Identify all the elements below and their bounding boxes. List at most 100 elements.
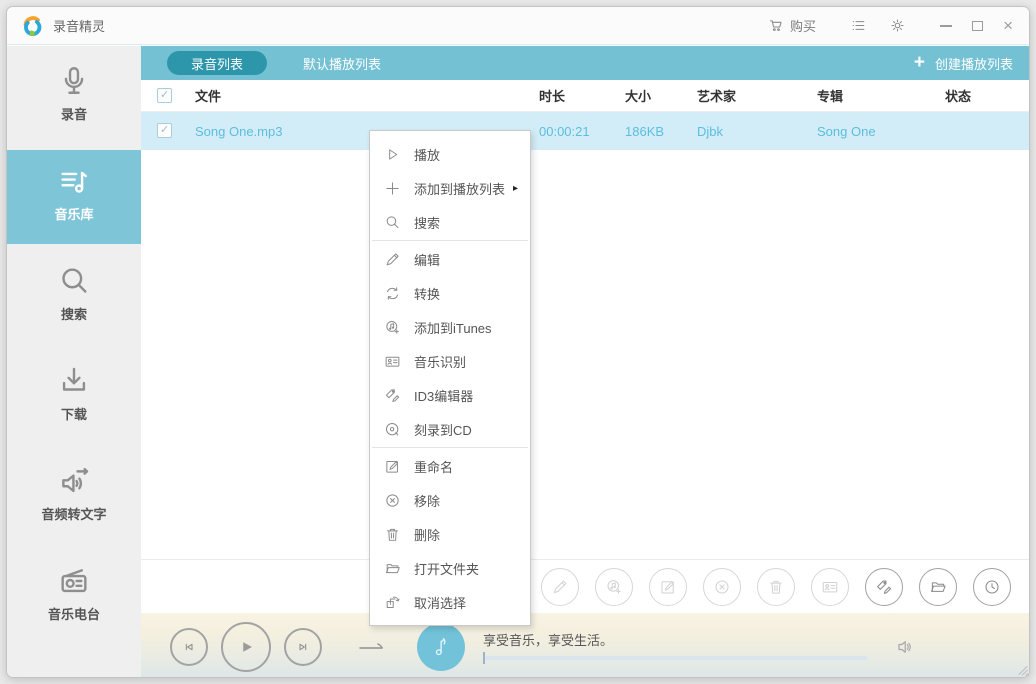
sidebar-item-music-library[interactable]: 音乐库 bbox=[7, 150, 141, 244]
playlist-tab-bar: 录音列表 默认播放列表 + 创建播放列表 bbox=[141, 46, 1030, 80]
play-button[interactable] bbox=[221, 622, 271, 672]
plus-icon: + bbox=[914, 52, 925, 74]
open-folder-icon bbox=[929, 578, 947, 596]
audio-to-text-icon bbox=[57, 464, 91, 498]
settings-gear-icon[interactable] bbox=[889, 17, 906, 34]
column-size[interactable]: 大小 bbox=[625, 80, 651, 111]
edit-button[interactable] bbox=[541, 568, 579, 606]
context-menu: 播放 添加到播放列表 ▸ 搜索 编辑 转换 添加到iTunes 音乐识别 bbox=[369, 130, 531, 626]
download-icon bbox=[57, 364, 91, 398]
tab-recording-list[interactable]: 录音列表 bbox=[167, 51, 267, 75]
music-recognition-button[interactable] bbox=[811, 568, 849, 606]
player-slogan: 享受音乐，享受生活。 bbox=[483, 630, 613, 649]
sidebar-item-label: 下载 bbox=[7, 404, 141, 423]
menu-divider bbox=[372, 240, 528, 241]
column-file[interactable]: 文件 bbox=[195, 80, 221, 111]
app-logo-icon bbox=[19, 13, 45, 39]
menu-item-deselect[interactable]: 取消选择 bbox=[370, 585, 530, 619]
sidebar-item-music-radio[interactable]: 音乐电台 bbox=[7, 550, 141, 646]
create-playlist-button[interactable]: + 创建播放列表 bbox=[914, 52, 1013, 74]
sidebar-item-audio-to-text[interactable]: 音频转文字 bbox=[7, 450, 141, 546]
open-folder-button[interactable] bbox=[919, 568, 957, 606]
rename-icon bbox=[659, 578, 677, 596]
id3-tags-icon bbox=[384, 387, 401, 404]
add-to-itunes-button[interactable] bbox=[595, 568, 633, 606]
remove-circle-icon bbox=[713, 578, 731, 596]
sidebar-item-label: 音频转文字 bbox=[7, 504, 141, 523]
buy-label: 购买 bbox=[790, 16, 816, 35]
buy-button[interactable]: 购买 bbox=[768, 16, 816, 35]
menu-item-rename[interactable]: 重命名 bbox=[370, 449, 530, 483]
tab-default-playlist[interactable]: 默认播放列表 bbox=[303, 54, 381, 73]
menu-item-remove[interactable]: 移除 bbox=[370, 483, 530, 517]
sidebar: 录音 音乐库 搜索 下载 bbox=[7, 46, 141, 678]
sidebar-item-search[interactable]: 搜索 bbox=[7, 250, 141, 346]
open-folder-icon bbox=[384, 560, 401, 577]
next-button[interactable] bbox=[284, 628, 322, 666]
app-window: 录音精灵 购买 × bbox=[6, 6, 1030, 678]
progress-bar[interactable] bbox=[483, 656, 867, 660]
resize-grip[interactable] bbox=[1016, 664, 1028, 676]
music-id-card-icon bbox=[821, 578, 839, 596]
play-order-icon[interactable] bbox=[357, 637, 387, 657]
column-artist[interactable]: 艺术家 bbox=[697, 80, 736, 111]
menu-item-add-to-playlist[interactable]: 添加到播放列表 ▸ bbox=[370, 171, 530, 205]
menu-item-add-to-itunes[interactable]: 添加到iTunes bbox=[370, 310, 530, 344]
cell-artist: Djbk bbox=[697, 112, 723, 150]
trash-icon bbox=[767, 578, 785, 596]
sidebar-item-download[interactable]: 下载 bbox=[7, 350, 141, 446]
cell-size: 186KB bbox=[625, 112, 664, 150]
playlist-menu-icon[interactable] bbox=[850, 17, 867, 34]
convert-icon bbox=[384, 285, 401, 302]
id3-editor-button[interactable] bbox=[865, 568, 903, 606]
previous-button[interactable] bbox=[170, 628, 208, 666]
menu-item-search[interactable]: 搜索 bbox=[370, 205, 530, 239]
edit-pencil-icon bbox=[384, 251, 401, 268]
delete-button[interactable] bbox=[757, 568, 795, 606]
column-duration[interactable]: 时长 bbox=[539, 80, 565, 111]
menu-item-id3-editor[interactable]: ID3编辑器 bbox=[370, 378, 530, 412]
menu-divider bbox=[372, 447, 528, 448]
search-icon bbox=[384, 214, 401, 231]
cell-duration: 00:00:21 bbox=[539, 112, 590, 150]
edit-pencil-icon bbox=[551, 578, 569, 596]
menu-item-play[interactable]: 播放 bbox=[370, 137, 530, 171]
cell-album: Song One bbox=[817, 112, 876, 150]
sidebar-item-label: 搜索 bbox=[7, 304, 141, 323]
rename-button[interactable] bbox=[649, 568, 687, 606]
progress-playhead[interactable] bbox=[483, 652, 485, 664]
menu-item-music-recognition[interactable]: 音乐识别 bbox=[370, 344, 530, 378]
cell-file: Song One.mp3 bbox=[195, 112, 282, 150]
deselect-icon bbox=[384, 594, 401, 611]
trash-icon bbox=[384, 526, 401, 543]
action-toolbar bbox=[141, 559, 1030, 613]
menu-item-open-folder[interactable]: 打开文件夹 bbox=[370, 551, 530, 585]
menu-item-convert[interactable]: 转换 bbox=[370, 276, 530, 310]
row-checkbox[interactable] bbox=[157, 123, 172, 138]
submenu-arrow-icon: ▸ bbox=[513, 183, 518, 194]
column-status[interactable]: 状态 bbox=[945, 80, 971, 111]
sidebar-item-record[interactable]: 录音 bbox=[7, 50, 141, 146]
remove-button[interactable] bbox=[703, 568, 741, 606]
history-clock-icon bbox=[983, 578, 1001, 596]
id3-tags-icon bbox=[875, 578, 893, 596]
remove-circle-icon bbox=[384, 492, 401, 509]
menu-item-edit[interactable]: 编辑 bbox=[370, 242, 530, 276]
table-row[interactable]: Song One.mp3 00:00:21 186KB Djbk Song On… bbox=[141, 112, 1030, 150]
sidebar-item-label: 音乐库 bbox=[7, 204, 141, 223]
volume-icon[interactable] bbox=[893, 637, 915, 657]
column-album[interactable]: 专辑 bbox=[817, 80, 843, 111]
maximize-icon[interactable] bbox=[972, 21, 983, 31]
table-header: 文件 时长 大小 艺术家 专辑 状态 bbox=[141, 80, 1030, 112]
minimize-icon[interactable] bbox=[940, 25, 952, 27]
search-icon bbox=[57, 264, 91, 298]
menu-item-burn-cd[interactable]: 刻录到CD bbox=[370, 412, 530, 446]
close-icon[interactable]: × bbox=[1003, 21, 1013, 31]
main-area: 录音列表 默认播放列表 + 创建播放列表 文件 时长 大小 艺术家 专辑 状态 … bbox=[141, 46, 1030, 678]
menu-item-delete[interactable]: 删除 bbox=[370, 517, 530, 551]
title-bar: 录音精灵 购买 × bbox=[7, 7, 1029, 45]
select-all-checkbox[interactable] bbox=[157, 88, 172, 103]
history-button[interactable] bbox=[973, 568, 1011, 606]
add-icon bbox=[384, 180, 401, 197]
cart-icon bbox=[768, 17, 785, 34]
